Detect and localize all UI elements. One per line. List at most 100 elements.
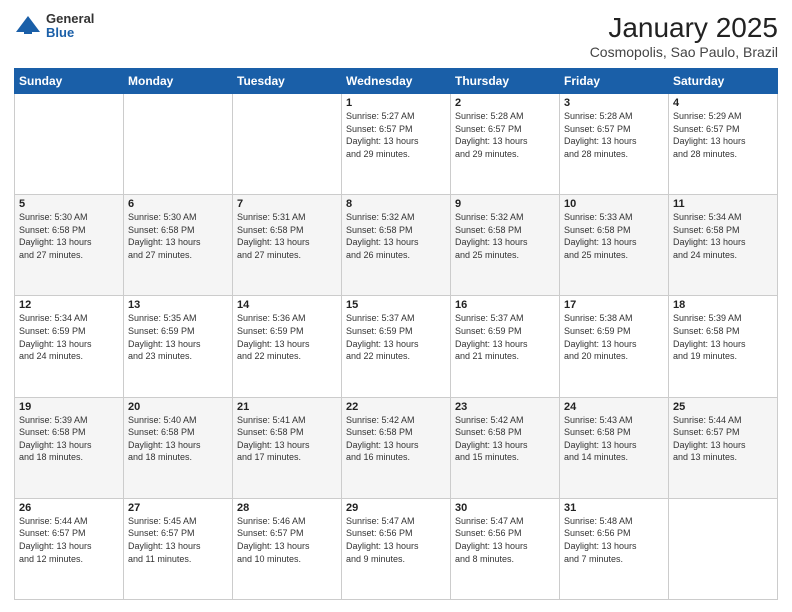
- day-info: Sunrise: 5:37 AM Sunset: 6:59 PM Dayligh…: [346, 312, 446, 362]
- day-info: Sunrise: 5:44 AM Sunset: 6:57 PM Dayligh…: [19, 515, 119, 565]
- logo: General Blue: [14, 12, 94, 41]
- day-info: Sunrise: 5:42 AM Sunset: 6:58 PM Dayligh…: [455, 414, 555, 464]
- day-info: Sunrise: 5:37 AM Sunset: 6:59 PM Dayligh…: [455, 312, 555, 362]
- subtitle: Cosmopolis, Sao Paulo, Brazil: [590, 44, 778, 60]
- day-number: 5: [19, 198, 119, 210]
- day-number: 18: [673, 299, 773, 311]
- calendar-cell: 30Sunrise: 5:47 AM Sunset: 6:56 PM Dayli…: [451, 498, 560, 599]
- calendar-cell: 17Sunrise: 5:38 AM Sunset: 6:59 PM Dayli…: [560, 296, 669, 397]
- calendar-cell: [669, 498, 778, 599]
- day-info: Sunrise: 5:48 AM Sunset: 6:56 PM Dayligh…: [564, 515, 664, 565]
- day-info: Sunrise: 5:47 AM Sunset: 6:56 PM Dayligh…: [346, 515, 446, 565]
- calendar-cell: 10Sunrise: 5:33 AM Sunset: 6:58 PM Dayli…: [560, 195, 669, 296]
- day-info: Sunrise: 5:34 AM Sunset: 6:59 PM Dayligh…: [19, 312, 119, 362]
- day-info: Sunrise: 5:32 AM Sunset: 6:58 PM Dayligh…: [455, 211, 555, 261]
- day-number: 2: [455, 97, 555, 109]
- calendar-cell: 15Sunrise: 5:37 AM Sunset: 6:59 PM Dayli…: [342, 296, 451, 397]
- day-info: Sunrise: 5:43 AM Sunset: 6:58 PM Dayligh…: [564, 414, 664, 464]
- calendar-cell: 24Sunrise: 5:43 AM Sunset: 6:58 PM Dayli…: [560, 397, 669, 498]
- day-number: 8: [346, 198, 446, 210]
- day-number: 21: [237, 401, 337, 413]
- calendar-day-header: Friday: [560, 69, 669, 94]
- day-number: 14: [237, 299, 337, 311]
- day-number: 23: [455, 401, 555, 413]
- day-number: 16: [455, 299, 555, 311]
- calendar-cell: 7Sunrise: 5:31 AM Sunset: 6:58 PM Daylig…: [233, 195, 342, 296]
- main-title: January 2025: [590, 12, 778, 44]
- day-number: 27: [128, 502, 228, 514]
- day-number: 10: [564, 198, 664, 210]
- day-info: Sunrise: 5:32 AM Sunset: 6:58 PM Dayligh…: [346, 211, 446, 261]
- day-info: Sunrise: 5:27 AM Sunset: 6:57 PM Dayligh…: [346, 110, 446, 160]
- calendar-week-row: 19Sunrise: 5:39 AM Sunset: 6:58 PM Dayli…: [15, 397, 778, 498]
- page: General Blue January 2025 Cosmopolis, Sa…: [0, 0, 792, 612]
- day-info: Sunrise: 5:41 AM Sunset: 6:58 PM Dayligh…: [237, 414, 337, 464]
- day-number: 11: [673, 198, 773, 210]
- day-number: 26: [19, 502, 119, 514]
- calendar-cell: 12Sunrise: 5:34 AM Sunset: 6:59 PM Dayli…: [15, 296, 124, 397]
- day-number: 29: [346, 502, 446, 514]
- calendar-cell: 25Sunrise: 5:44 AM Sunset: 6:57 PM Dayli…: [669, 397, 778, 498]
- calendar-cell: 29Sunrise: 5:47 AM Sunset: 6:56 PM Dayli…: [342, 498, 451, 599]
- calendar-cell: [15, 94, 124, 195]
- day-number: 3: [564, 97, 664, 109]
- calendar-cell: 18Sunrise: 5:39 AM Sunset: 6:58 PM Dayli…: [669, 296, 778, 397]
- logo-blue-text: Blue: [46, 26, 94, 40]
- calendar-cell: 9Sunrise: 5:32 AM Sunset: 6:58 PM Daylig…: [451, 195, 560, 296]
- logo-text: General Blue: [46, 12, 94, 41]
- day-info: Sunrise: 5:38 AM Sunset: 6:59 PM Dayligh…: [564, 312, 664, 362]
- day-number: 9: [455, 198, 555, 210]
- day-info: Sunrise: 5:39 AM Sunset: 6:58 PM Dayligh…: [19, 414, 119, 464]
- day-info: Sunrise: 5:30 AM Sunset: 6:58 PM Dayligh…: [19, 211, 119, 261]
- title-section: January 2025 Cosmopolis, Sao Paulo, Braz…: [590, 12, 778, 60]
- calendar-day-header: Sunday: [15, 69, 124, 94]
- day-number: 22: [346, 401, 446, 413]
- day-number: 19: [19, 401, 119, 413]
- calendar-cell: 1Sunrise: 5:27 AM Sunset: 6:57 PM Daylig…: [342, 94, 451, 195]
- calendar-cell: 23Sunrise: 5:42 AM Sunset: 6:58 PM Dayli…: [451, 397, 560, 498]
- calendar-table: SundayMondayTuesdayWednesdayThursdayFrid…: [14, 68, 778, 600]
- calendar-cell: 22Sunrise: 5:42 AM Sunset: 6:58 PM Dayli…: [342, 397, 451, 498]
- day-info: Sunrise: 5:40 AM Sunset: 6:58 PM Dayligh…: [128, 414, 228, 464]
- calendar-cell: 6Sunrise: 5:30 AM Sunset: 6:58 PM Daylig…: [124, 195, 233, 296]
- day-number: 31: [564, 502, 664, 514]
- calendar-cell: 21Sunrise: 5:41 AM Sunset: 6:58 PM Dayli…: [233, 397, 342, 498]
- calendar-cell: [124, 94, 233, 195]
- calendar-week-row: 1Sunrise: 5:27 AM Sunset: 6:57 PM Daylig…: [15, 94, 778, 195]
- calendar-cell: 13Sunrise: 5:35 AM Sunset: 6:59 PM Dayli…: [124, 296, 233, 397]
- calendar-cell: 2Sunrise: 5:28 AM Sunset: 6:57 PM Daylig…: [451, 94, 560, 195]
- calendar-week-row: 5Sunrise: 5:30 AM Sunset: 6:58 PM Daylig…: [15, 195, 778, 296]
- day-info: Sunrise: 5:29 AM Sunset: 6:57 PM Dayligh…: [673, 110, 773, 160]
- logo-icon: [14, 12, 42, 40]
- calendar-cell: 31Sunrise: 5:48 AM Sunset: 6:56 PM Dayli…: [560, 498, 669, 599]
- calendar-cell: [233, 94, 342, 195]
- calendar-header-row: SundayMondayTuesdayWednesdayThursdayFrid…: [15, 69, 778, 94]
- day-info: Sunrise: 5:45 AM Sunset: 6:57 PM Dayligh…: [128, 515, 228, 565]
- day-number: 12: [19, 299, 119, 311]
- calendar-cell: 27Sunrise: 5:45 AM Sunset: 6:57 PM Dayli…: [124, 498, 233, 599]
- day-number: 20: [128, 401, 228, 413]
- day-number: 6: [128, 198, 228, 210]
- calendar-cell: 26Sunrise: 5:44 AM Sunset: 6:57 PM Dayli…: [15, 498, 124, 599]
- day-info: Sunrise: 5:28 AM Sunset: 6:57 PM Dayligh…: [564, 110, 664, 160]
- day-number: 4: [673, 97, 773, 109]
- day-number: 25: [673, 401, 773, 413]
- calendar-cell: 19Sunrise: 5:39 AM Sunset: 6:58 PM Dayli…: [15, 397, 124, 498]
- day-number: 1: [346, 97, 446, 109]
- day-info: Sunrise: 5:46 AM Sunset: 6:57 PM Dayligh…: [237, 515, 337, 565]
- calendar-week-row: 12Sunrise: 5:34 AM Sunset: 6:59 PM Dayli…: [15, 296, 778, 397]
- day-info: Sunrise: 5:42 AM Sunset: 6:58 PM Dayligh…: [346, 414, 446, 464]
- day-info: Sunrise: 5:44 AM Sunset: 6:57 PM Dayligh…: [673, 414, 773, 464]
- calendar-day-header: Thursday: [451, 69, 560, 94]
- calendar-cell: 16Sunrise: 5:37 AM Sunset: 6:59 PM Dayli…: [451, 296, 560, 397]
- day-info: Sunrise: 5:31 AM Sunset: 6:58 PM Dayligh…: [237, 211, 337, 261]
- calendar-cell: 20Sunrise: 5:40 AM Sunset: 6:58 PM Dayli…: [124, 397, 233, 498]
- calendar-cell: 8Sunrise: 5:32 AM Sunset: 6:58 PM Daylig…: [342, 195, 451, 296]
- calendar-cell: 5Sunrise: 5:30 AM Sunset: 6:58 PM Daylig…: [15, 195, 124, 296]
- day-number: 7: [237, 198, 337, 210]
- calendar-cell: 3Sunrise: 5:28 AM Sunset: 6:57 PM Daylig…: [560, 94, 669, 195]
- day-number: 15: [346, 299, 446, 311]
- day-info: Sunrise: 5:47 AM Sunset: 6:56 PM Dayligh…: [455, 515, 555, 565]
- day-info: Sunrise: 5:30 AM Sunset: 6:58 PM Dayligh…: [128, 211, 228, 261]
- day-number: 17: [564, 299, 664, 311]
